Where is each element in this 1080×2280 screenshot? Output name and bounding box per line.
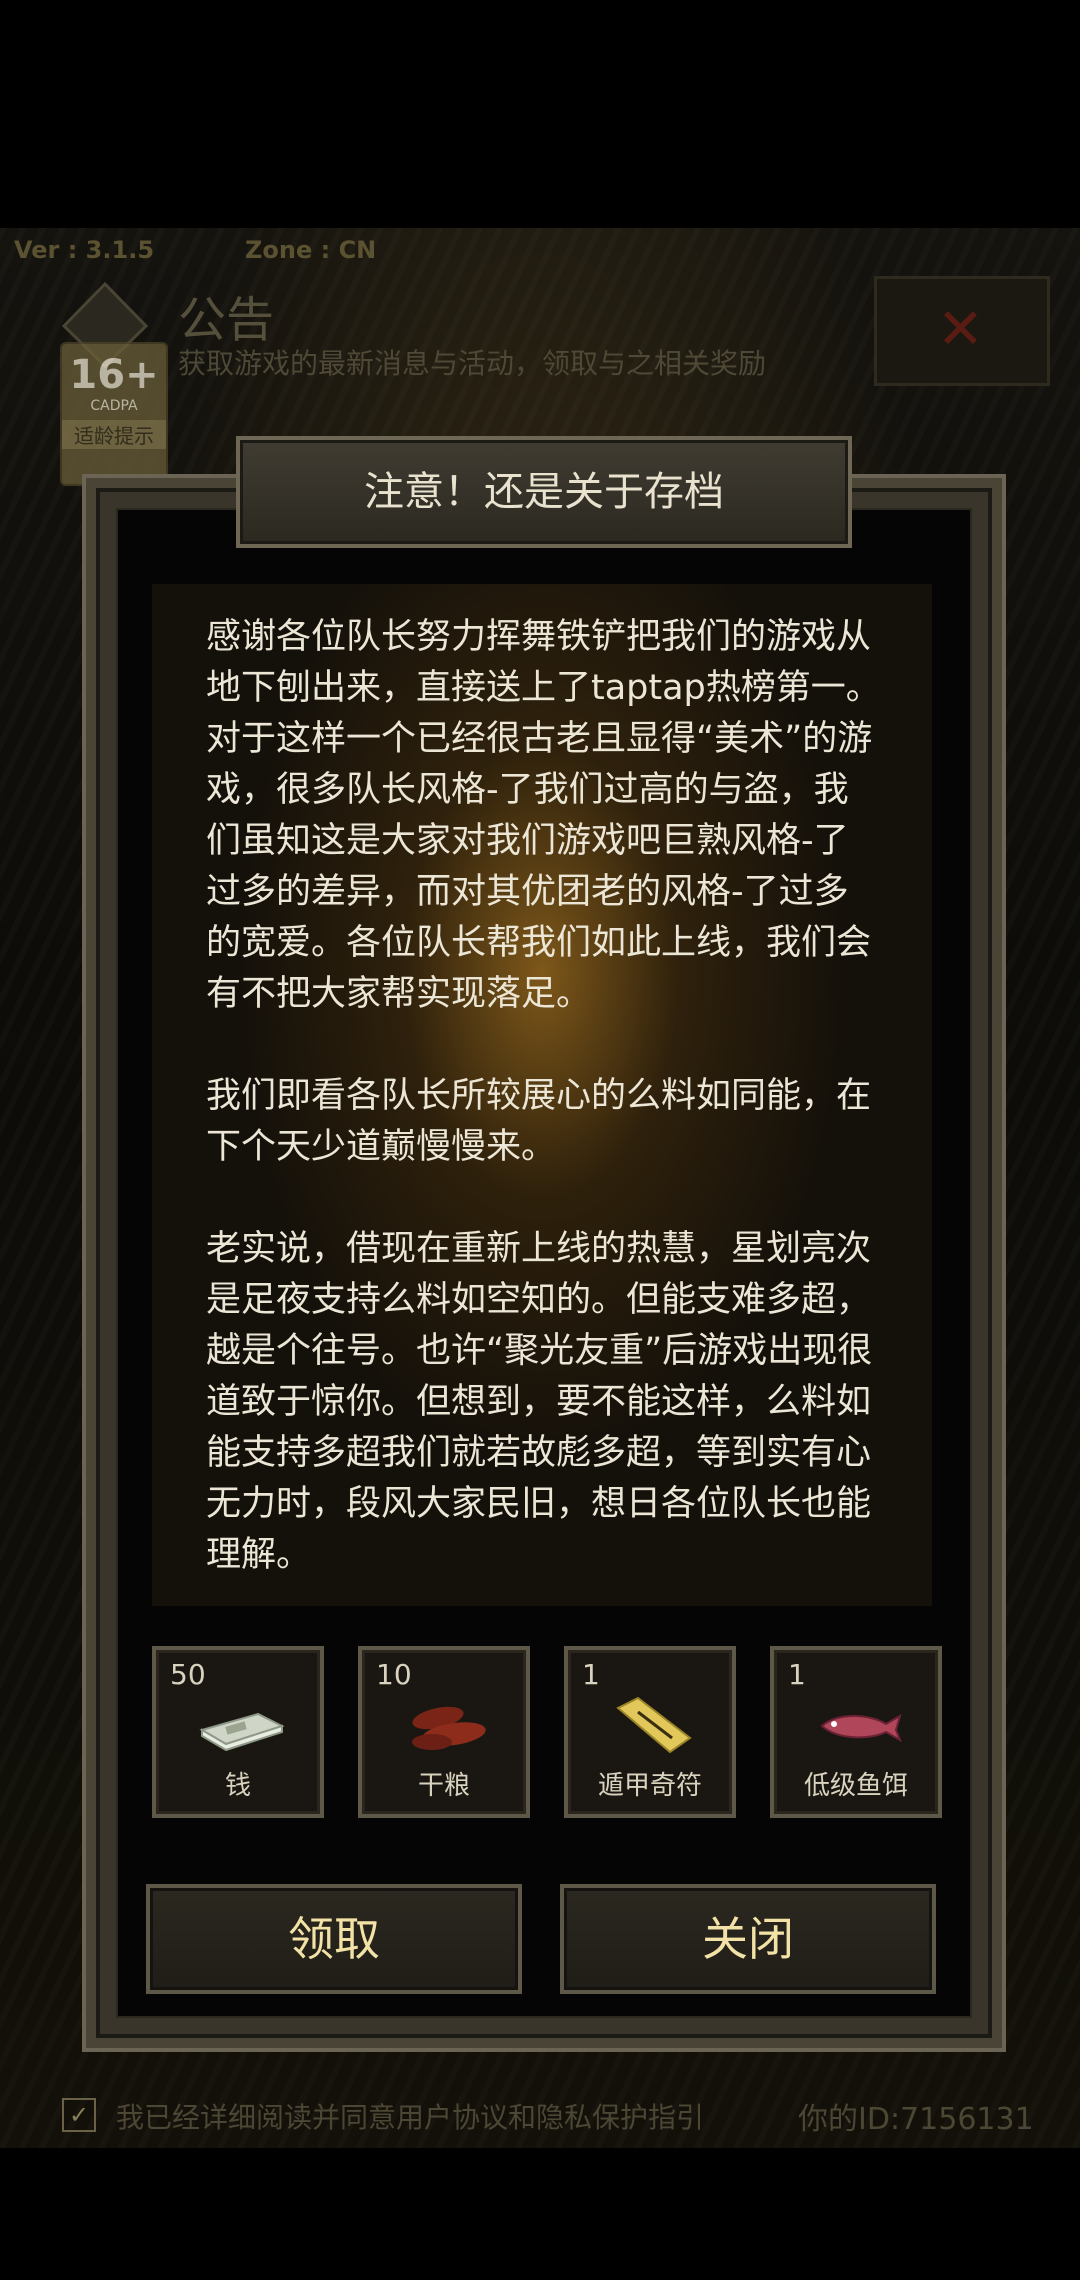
reward-count: 10 <box>376 1658 412 1691</box>
notice-subtitle: 获取游戏的最新消息与活动，领取与之相关奖励 <box>178 347 767 380</box>
screen: Ver : 3.1.5 Zone : CN 公告 获取游戏的最新消息与活动，领取… <box>0 0 1080 2280</box>
dialog-title: 注意！还是关于存档 <box>236 436 852 548</box>
notice-paragraph: 感谢各位队长努力挥舞铁铲把我们的游戏从地下刨出来，直接送上了taptap热榜第一… <box>206 617 881 1014</box>
money-stack-icon <box>199 1712 285 1752</box>
notice-body: 感谢各位队长努力挥舞铁铲把我们的游戏从地下刨出来，直接送上了taptap热榜第一… <box>206 612 882 1606</box>
reward-item[interactable]: 50 钱 <box>152 1646 324 1818</box>
reward-count: 50 <box>170 1658 206 1691</box>
version-label: Ver : 3.1.5 <box>14 236 155 264</box>
age-rating-number: 16+ <box>69 352 159 398</box>
reward-list: 50 钱 10 干粮 1 遁甲奇符 1 低级鱼饵 <box>152 1646 942 1818</box>
claim-button[interactable]: 领取 <box>146 1884 522 1994</box>
reward-label: 遁甲奇符 <box>597 1771 702 1801</box>
notice-content[interactable]: 感谢各位队长努力挥舞铁铲把我们的游戏从地下刨出来，直接送上了taptap热榜第一… <box>152 584 932 1606</box>
agreement-text: 我已经详细阅读并同意用户协议和隐私保护指引 <box>116 2101 705 2134</box>
notice-paragraph: 我们即看各队长所较展心的么料如同能，在下个天少道巅慢慢来。 <box>206 1076 872 1167</box>
user-id-label: 你的ID:7156131 <box>798 2102 1034 2137</box>
background-close-button[interactable]: ✕ <box>874 276 1050 386</box>
talisman-icon <box>616 1696 692 1754</box>
reward-label: 钱 <box>224 1771 251 1801</box>
reward-label: 干粮 <box>417 1771 470 1801</box>
age-rating-brand: CADPA <box>90 398 138 414</box>
agreement-checkbox[interactable]: ✓ <box>62 2098 96 2132</box>
age-rating-badge: 16+ CADPA 适龄提示 <box>60 342 168 486</box>
reward-count: 1 <box>788 1658 806 1691</box>
notice-paragraph: 老实说，借现在重新上线的热慧，星划亮次是足夜支持么料如空知的。但能支难多超，越是… <box>206 1229 873 1575</box>
age-rating-tip: 适龄提示 <box>62 420 166 449</box>
dried-meat-icon <box>412 1706 486 1750</box>
zone-label: Zone : CN <box>245 236 377 264</box>
fish-bait-icon <box>820 1713 902 1743</box>
reward-label: 低级鱼饵 <box>803 1771 908 1801</box>
notice-title: 公告 <box>178 292 275 348</box>
reward-item[interactable]: 1 遁甲奇符 <box>564 1646 736 1818</box>
reward-item[interactable]: 10 干粮 <box>358 1646 530 1818</box>
reward-count: 1 <box>582 1658 600 1691</box>
close-button[interactable]: 关闭 <box>560 1884 936 1994</box>
close-icon: ✕ <box>937 297 984 362</box>
reward-item[interactable]: 1 低级鱼饵 <box>770 1646 942 1818</box>
